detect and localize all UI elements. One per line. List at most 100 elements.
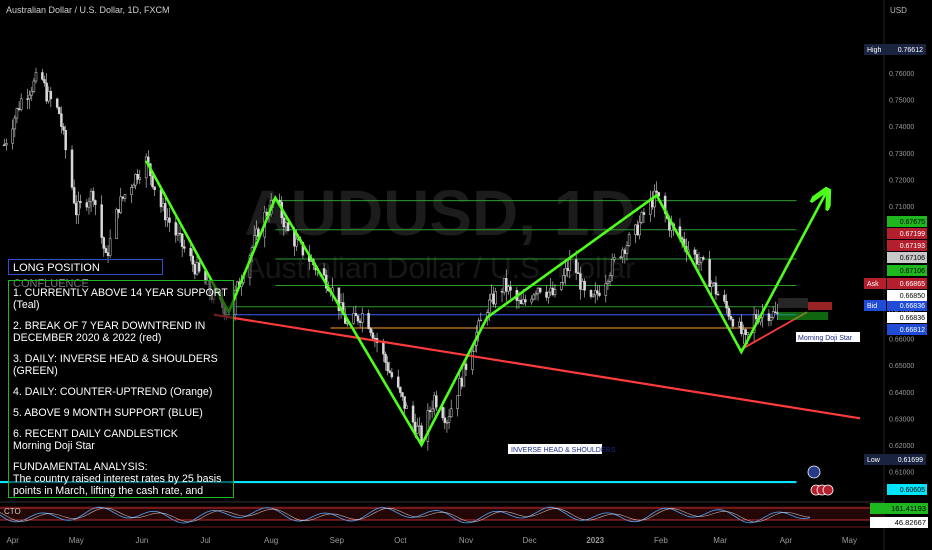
svg-text:Ask: Ask (867, 281, 879, 288)
event-flag-icon[interactable] (807, 465, 821, 479)
candle-body (456, 395, 459, 409)
candle-body (191, 255, 195, 265)
candle-body (545, 291, 548, 298)
candle-body (418, 425, 421, 427)
candle-body (710, 283, 713, 287)
candle-body (284, 222, 288, 228)
candle-body (471, 351, 474, 370)
y-tick-label: 0.74000 (889, 124, 914, 131)
candle-body (390, 372, 394, 378)
candle-body (593, 290, 597, 296)
candle-body (87, 201, 91, 208)
candle-body (740, 321, 743, 334)
candle-body (119, 196, 122, 213)
candle-body (627, 234, 631, 246)
trading-chart[interactable]: AUDUSD, 1D Australian Dollar / U.S. Doll… (0, 0, 932, 550)
candle-body (386, 362, 389, 372)
candle-body (132, 184, 135, 188)
cto-value-upper: 161.41193 (891, 504, 926, 513)
confluence-item: 5. ABOVE 9 MONTH SUPPORT (BLUE) (13, 407, 203, 419)
x-tick-label: Apr (780, 536, 793, 545)
candle-body (729, 316, 733, 320)
candle-body (638, 222, 641, 236)
candle-body (356, 315, 360, 322)
candle-body (195, 262, 199, 275)
x-tick-label: Feb (654, 536, 668, 545)
inverse-hs-label: INVERSE HEAD & SHOULDERS (511, 447, 616, 454)
candle-body (193, 264, 197, 275)
candle-body (754, 314, 758, 320)
candle-body (443, 417, 447, 423)
candle-body (596, 290, 599, 294)
candle-body (94, 200, 97, 205)
candle-body (693, 249, 697, 255)
x-tick-label: 2023 (586, 536, 604, 545)
candle-body (19, 98, 23, 110)
candle-body (70, 149, 74, 188)
candle-body (634, 224, 637, 235)
candle-body (562, 275, 565, 283)
level-badge-value: 0.66836 (900, 315, 925, 322)
candle-body (367, 313, 370, 329)
level-badge-value: 0.60605 (900, 487, 925, 494)
y-tick-label: 0.71000 (889, 204, 914, 211)
candle-body (708, 259, 711, 287)
candle-body (604, 283, 608, 296)
candle-body (494, 291, 497, 305)
candle-body (613, 257, 616, 260)
level-badge-value: 0.66850 (900, 293, 925, 300)
candle-body (75, 202, 78, 216)
candle-body (767, 313, 771, 321)
candle-body (420, 425, 423, 442)
candle-body (534, 293, 538, 296)
confluence-title: LONG POSITION CONFLUENCE (8, 259, 163, 290)
svg-text:0.76612: 0.76612 (898, 47, 923, 54)
candle-body (255, 228, 258, 236)
candle-body (178, 232, 182, 235)
candle-body (553, 289, 557, 296)
level-badge-value: 0.67106 (900, 255, 925, 262)
candle-body (458, 378, 461, 396)
candle-body (623, 249, 627, 254)
x-tick-label: Mar (713, 536, 727, 545)
candle-body (17, 108, 21, 110)
candle-body (428, 410, 432, 412)
candle-body (435, 395, 438, 408)
svg-text:0.61699: 0.61699 (898, 457, 923, 464)
confluence-item: 4. DAILY: COUNTER-UPTREND (Orange) (13, 386, 213, 398)
candle-body (583, 280, 586, 291)
candle-body (130, 187, 133, 195)
candle-body (346, 323, 349, 325)
x-tick-label: Sep (330, 536, 345, 545)
candle-body (507, 286, 510, 292)
candle-body (168, 217, 171, 223)
svg-text:0.66836: 0.66836 (900, 303, 925, 310)
candle-body (77, 201, 80, 216)
confluence-item: 2. BREAK OF 7 YEAR DOWNTREND IN DECEMBER… (13, 320, 206, 344)
candle-body (488, 299, 491, 313)
candle-body (11, 128, 14, 144)
candle-body (401, 392, 404, 397)
candle-body (462, 363, 466, 387)
candle-body (699, 257, 703, 263)
x-tick-label: May (69, 536, 84, 545)
low-badge: Low 0.61699 (864, 454, 926, 465)
y-tick-label: 0.62000 (889, 443, 914, 450)
candle-body (180, 233, 184, 247)
candle-body (282, 217, 286, 228)
event-marker-icon[interactable] (822, 484, 834, 496)
candle-body (47, 91, 50, 102)
candle-body (441, 406, 444, 419)
candle-body (43, 79, 46, 84)
candle-body (115, 209, 118, 239)
candle-body (536, 287, 540, 294)
candle-body (771, 311, 775, 318)
candle-body (399, 387, 402, 393)
candle-body (121, 196, 125, 199)
y-tick-label: 0.73000 (889, 151, 914, 158)
candle-body (769, 317, 773, 321)
svg-text:0.66865: 0.66865 (900, 281, 925, 288)
candle-body (564, 268, 567, 276)
candle-body (189, 248, 192, 257)
confluence-item: 3. DAILY: INVERSE HEAD & SHOULDERS (GREE… (13, 353, 218, 377)
